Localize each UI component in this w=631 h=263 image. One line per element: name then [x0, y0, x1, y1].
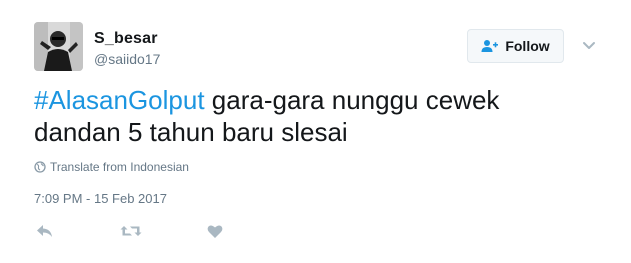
display-name[interactable]: S_besar — [94, 30, 160, 48]
tweet-text-line2: dandan 5 tahun baru slesai — [34, 117, 348, 147]
avatar[interactable] — [34, 22, 83, 71]
retweet-button[interactable] — [120, 222, 142, 240]
tweet-menu-button[interactable] — [580, 39, 598, 53]
like-button[interactable] — [204, 222, 226, 240]
tweet-text-line1: gara-gara nunggu cewek — [204, 85, 500, 115]
retweet-icon — [120, 226, 142, 236]
heart-icon — [207, 224, 223, 238]
screen-name[interactable]: @saiido17 — [94, 50, 160, 68]
reply-button[interactable] — [34, 222, 56, 240]
translate-link[interactable]: Translate from Indonesian — [34, 160, 189, 174]
tweet-text: #AlasanGolput gara-gara nunggu cewek dan… — [34, 84, 594, 148]
reply-icon — [37, 225, 52, 237]
action-bar — [34, 222, 226, 240]
tweet-card: S_besar @saiido17 Follow #AlasanGolput g… — [0, 0, 631, 263]
user-info: S_besar @saiido17 — [94, 30, 160, 68]
add-person-icon — [481, 40, 499, 52]
follow-button[interactable]: Follow — [467, 29, 564, 63]
user-photo-avatar — [34, 22, 83, 71]
translate-label: Translate from Indonesian — [50, 160, 189, 174]
globe-icon — [34, 161, 46, 173]
chevron-down-icon — [583, 42, 595, 49]
follow-button-label: Follow — [505, 38, 550, 54]
timestamp[interactable]: 7:09 PM - 15 Feb 2017 — [34, 191, 167, 206]
hashtag-link[interactable]: #AlasanGolput — [34, 85, 205, 115]
